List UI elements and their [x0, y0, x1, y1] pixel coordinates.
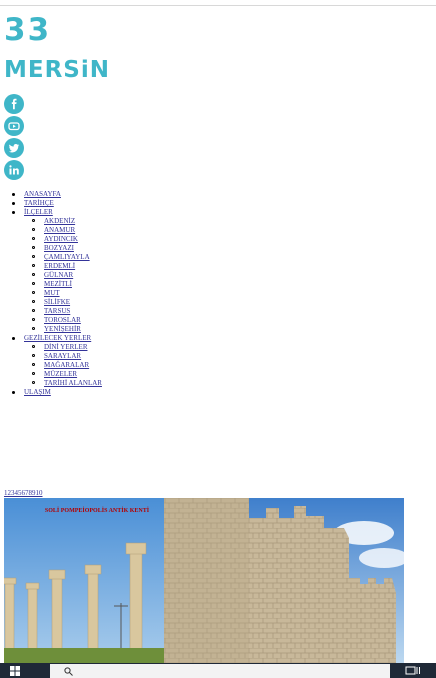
- nav-link[interactable]: ANASAYFA: [24, 190, 61, 198]
- nav-sublink[interactable]: DİNİ YERLER: [44, 343, 87, 351]
- nav-subitem: MAĞARALAR: [0, 361, 436, 370]
- nav-sublink[interactable]: MEZİTLİ: [44, 280, 72, 288]
- nav-subitem: AKDENİZ: [0, 217, 436, 226]
- nav-item: GEZİLECEK YERLER: [0, 334, 436, 343]
- task-view-icon[interactable]: [405, 666, 421, 676]
- nav-link[interactable]: İLÇELER: [24, 208, 53, 216]
- nav-sublink[interactable]: TOROSLAR: [44, 316, 81, 324]
- nav-sublink[interactable]: BOZYAZI: [44, 244, 74, 252]
- youtube-icon[interactable]: [4, 116, 24, 136]
- nav-item: ULAŞIM: [0, 388, 436, 397]
- nav-subitem: TARSUS: [0, 307, 436, 316]
- nav-subitem: YENİŞEHİR: [0, 325, 436, 334]
- top-divider: [0, 5, 436, 6]
- nav-link[interactable]: ULAŞIM: [24, 388, 51, 396]
- nav-subitem: TOROSLAR: [0, 316, 436, 325]
- nav-item: TARİHÇE: [0, 199, 436, 208]
- nav-sublink[interactable]: TARİHİ ALANLAR: [44, 379, 102, 387]
- nav-sublink[interactable]: MÜZELER: [44, 370, 77, 378]
- nav-sublink[interactable]: SARAYLAR: [44, 352, 81, 360]
- main-navigation: ANASAYFA TARİHÇE İLÇELER AKDENİZ ANAMUR AYDIN…: [0, 190, 436, 397]
- twitter-icon[interactable]: [4, 138, 24, 158]
- nav-sublink[interactable]: MAĞARALAR: [44, 361, 89, 369]
- nav-subitem: MÜZELER: [0, 370, 436, 379]
- nav-subitem: SARAYLAR: [0, 352, 436, 361]
- windows-taskbar: [0, 663, 436, 678]
- nav-subitem: AYDINCIK: [0, 235, 436, 244]
- banner-image: SOLİ POMPEİOPOLİS ANTİK KENTİ: [4, 498, 404, 663]
- nav-subitem: GÜLNAR: [0, 271, 436, 280]
- nav-item: İLÇELER: [0, 208, 436, 217]
- nav-link[interactable]: GEZİLECEK YERLER: [24, 334, 91, 342]
- nav-sublink[interactable]: YENİŞEHİR: [44, 325, 81, 333]
- banner-caption: SOLİ POMPEİOPOLİS ANTİK KENTİ: [45, 507, 150, 514]
- nav-subitem: BOZYAZI: [0, 244, 436, 253]
- nav-sublink[interactable]: ANAMUR: [44, 226, 75, 234]
- linkedin-icon[interactable]: [4, 160, 24, 180]
- nav-sublink[interactable]: SİLİFKE: [44, 298, 70, 306]
- windows-start-icon[interactable]: [10, 666, 20, 676]
- nav-sublink[interactable]: ERDEMLİ: [44, 262, 75, 270]
- logo-city-name: MERSiN: [4, 57, 111, 83]
- phone-link[interactable]: 12345678910: [4, 489, 43, 498]
- nav-subitem: SİLİFKE: [0, 298, 436, 307]
- nav-subitem: TARİHİ ALANLAR: [0, 379, 436, 388]
- nav-item: ANASAYFA: [0, 190, 436, 199]
- nav-sublink[interactable]: MUT: [44, 289, 60, 297]
- nav-subitem: DİNİ YERLER: [0, 343, 436, 352]
- hero-banner: SOLİ POMPEİOPOLİS ANTİK KENTİ: [4, 498, 404, 663]
- nav-sublink[interactable]: TARSUS: [44, 307, 70, 315]
- logo-number: 33: [4, 12, 52, 48]
- nav-subitem: MEZİTLİ: [0, 280, 436, 289]
- facebook-icon[interactable]: [4, 94, 24, 114]
- nav-sublink[interactable]: ÇAMLIYAYLA: [44, 253, 90, 261]
- nav-subitem: MUT: [0, 289, 436, 298]
- taskbar-search-box[interactable]: [50, 664, 390, 678]
- nav-sublink[interactable]: AKDENİZ: [44, 217, 75, 225]
- search-icon: [64, 667, 73, 676]
- nav-subitem: ERDEMLİ: [0, 262, 436, 271]
- nav-sublink[interactable]: AYDINCIK: [44, 235, 78, 243]
- nav-subitem: ANAMUR: [0, 226, 436, 235]
- nav-link[interactable]: TARİHÇE: [24, 199, 54, 207]
- nav-sublink[interactable]: GÜLNAR: [44, 271, 73, 279]
- social-links: [4, 94, 24, 182]
- nav-subitem: ÇAMLIYAYLA: [0, 253, 436, 262]
